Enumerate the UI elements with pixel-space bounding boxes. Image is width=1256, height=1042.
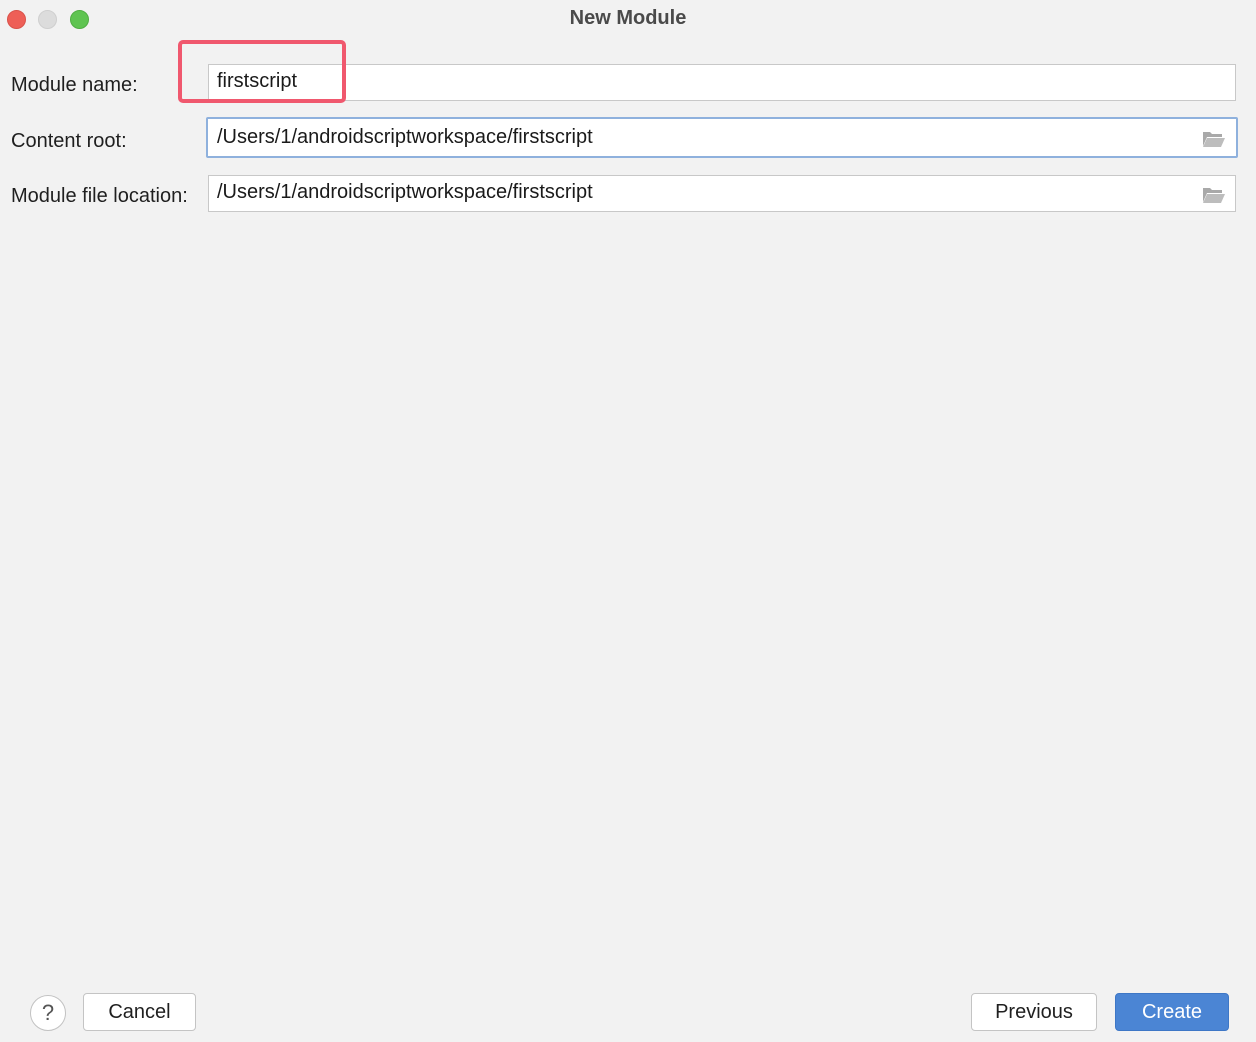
- content-root-label: Content root:: [11, 130, 127, 152]
- folder-open-icon[interactable]: [1202, 186, 1226, 204]
- cancel-button[interactable]: Cancel: [83, 993, 196, 1031]
- create-button[interactable]: Create: [1115, 993, 1229, 1031]
- folder-open-icon[interactable]: [1202, 130, 1226, 148]
- window-title: New Module: [569, 7, 687, 29]
- module-file-location-field[interactable]: [208, 175, 1236, 212]
- content-root-field[interactable]: [206, 117, 1238, 158]
- title-bar: New Module: [0, 0, 1256, 38]
- module-file-location-label: Module file location:: [11, 185, 188, 207]
- module-name-input[interactable]: [217, 70, 1177, 93]
- module-name-label: Module name:: [11, 74, 138, 96]
- previous-button[interactable]: Previous: [971, 993, 1097, 1031]
- module-name-field[interactable]: [208, 64, 1236, 101]
- module-file-location-input[interactable]: [217, 181, 1177, 204]
- new-module-dialog: New Module Module name: Content root: Mo…: [0, 0, 1256, 1042]
- help-button[interactable]: ?: [30, 995, 66, 1031]
- content-root-input[interactable]: [217, 126, 1177, 149]
